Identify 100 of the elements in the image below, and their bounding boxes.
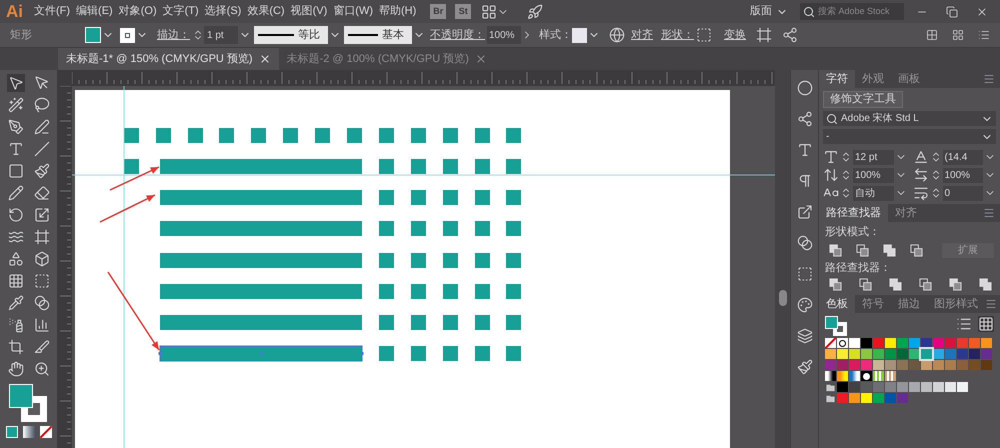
menu-item[interactable]: 帮助(H) <box>379 3 416 20</box>
panel-tab[interactable]: 符号 <box>855 295 891 313</box>
color-swatch[interactable] <box>849 349 860 359</box>
globe-icon[interactable] <box>609 27 625 43</box>
stepper-icon[interactable] <box>840 169 852 181</box>
document-tab[interactable]: 未标题-1* @ 150% (CMYK/GPU 预览) <box>58 48 279 70</box>
pen-tool-icon[interactable] <box>8 119 24 135</box>
shape-properties-icon[interactable] <box>696 27 712 43</box>
overlapping-squares-icon[interactable] <box>910 244 923 256</box>
color-swatch[interactable] <box>957 382 968 392</box>
color-swatch[interactable] <box>933 349 944 359</box>
pattern-swatch[interactable] <box>873 371 884 381</box>
panel-tab[interactable]: 对齐 <box>888 204 924 222</box>
color-swatch[interactable] <box>837 360 848 370</box>
color-swatch[interactable] <box>885 393 896 403</box>
color-swatch[interactable] <box>897 382 908 392</box>
character-field[interactable]: 0 <box>942 186 983 200</box>
panel-tab[interactable]: 画板 <box>891 70 927 88</box>
restore-icon[interactable] <box>946 6 958 18</box>
color-swatch[interactable] <box>897 349 908 359</box>
character-field[interactable]: 100% <box>942 168 983 182</box>
color-swatch[interactable] <box>945 338 956 348</box>
overlapping-squares-icon[interactable] <box>829 278 842 291</box>
color-swatch[interactable] <box>957 349 968 359</box>
panel-tab[interactable]: 图形样式 <box>927 295 985 313</box>
color-swatch[interactable] <box>849 338 860 348</box>
color-swatch[interactable] <box>825 360 836 370</box>
layout-grid-icon[interactable] <box>481 4 498 20</box>
font-family-field[interactable]: Adobe 宋体 Std L <box>823 111 996 126</box>
gradient-tool-icon[interactable] <box>34 273 50 289</box>
color-swatch[interactable] <box>933 360 944 370</box>
warp-tool-icon[interactable] <box>8 229 24 245</box>
brush-icon[interactable] <box>796 359 812 375</box>
character-field[interactable]: 12 pt <box>853 150 894 164</box>
arrange-icon[interactable] <box>926 29 938 41</box>
color-swatch[interactable] <box>933 382 944 392</box>
character-field[interactable]: 100% <box>853 168 894 182</box>
registration-swatch[interactable] <box>837 338 848 348</box>
stroke-swatch[interactable] <box>120 28 135 42</box>
panel-menu-icon[interactable] <box>985 298 997 310</box>
menu-item[interactable]: 文件(F) <box>34 3 70 20</box>
folder-icon[interactable] <box>825 382 836 392</box>
color-swatch[interactable] <box>837 382 848 392</box>
color-swatch[interactable] <box>981 338 992 348</box>
paintbrush-icon[interactable] <box>34 163 50 179</box>
overlapping-squares-icon[interactable] <box>949 278 962 291</box>
bar-graph-icon[interactable] <box>34 317 50 333</box>
touch-type-button[interactable]: 修饰文字工具 <box>823 91 903 108</box>
stepper-icon[interactable] <box>840 187 852 199</box>
panel-menu-icon[interactable] <box>983 73 995 85</box>
eraser-icon[interactable] <box>34 185 50 201</box>
menu-item[interactable]: 效果(C) <box>247 3 285 20</box>
palette-icon[interactable] <box>796 297 812 313</box>
color-swatch[interactable] <box>909 382 920 392</box>
selection-tool-icon[interactable] <box>8 75 24 91</box>
color-swatch[interactable] <box>969 349 980 359</box>
color-swatch[interactable] <box>849 393 860 403</box>
pattern-swatch[interactable] <box>885 371 896 381</box>
curvature-pen-icon[interactable] <box>34 119 50 135</box>
magic-wand-icon[interactable] <box>8 97 24 113</box>
stroke-weight-field[interactable]: 1 pt <box>204 26 238 44</box>
fill-swatch[interactable] <box>85 27 101 43</box>
color-mode-button[interactable] <box>6 426 18 438</box>
color-swatch[interactable] <box>981 360 992 370</box>
export-icon[interactable] <box>796 204 812 220</box>
close-icon[interactable] <box>474 53 487 65</box>
style-swatch[interactable] <box>572 28 587 42</box>
font-style-field[interactable]: - <box>823 129 996 144</box>
gradient-swatch[interactable] <box>849 371 860 381</box>
color-swatch[interactable] <box>873 382 884 392</box>
color-swatch[interactable] <box>897 338 908 348</box>
color-swatch[interactable] <box>873 393 884 403</box>
panel-tab[interactable]: 字符 <box>819 70 855 88</box>
color-swatch[interactable] <box>849 382 860 392</box>
color-swatch[interactable] <box>873 349 884 359</box>
overlapping-squares-icon[interactable] <box>979 278 992 291</box>
fill-stroke-indicator[interactable] <box>825 316 847 336</box>
hand-tool-icon[interactable] <box>8 361 24 377</box>
blend-tool-icon[interactable] <box>34 295 50 311</box>
character-field[interactable]: (14.4 <box>942 150 983 164</box>
color-swatch[interactable] <box>909 349 920 359</box>
color-swatch[interactable] <box>969 360 980 370</box>
menu-item[interactable]: 编辑(E) <box>76 3 113 20</box>
overlapping-squares-icon[interactable] <box>883 244 896 256</box>
gradient-swatch[interactable] <box>837 371 848 381</box>
line-tool-icon[interactable] <box>34 141 50 157</box>
rotate-tool-icon[interactable] <box>8 207 24 223</box>
transform-link[interactable]: 变换 <box>724 26 746 44</box>
stock-button[interactable]: St <box>455 4 472 19</box>
free-transform-icon[interactable] <box>34 229 50 245</box>
mesh-tool-icon[interactable] <box>8 273 24 289</box>
opacity-field[interactable]: 100% <box>487 26 521 44</box>
color-swatch[interactable] <box>957 338 968 348</box>
color-swatch[interactable] <box>945 382 956 392</box>
panel-tab[interactable]: 路径查找器 <box>819 204 888 222</box>
grid-view-icon[interactable] <box>978 316 994 332</box>
overlapping-squares-icon[interactable] <box>829 244 842 256</box>
dashed-square-icon[interactable] <box>796 266 812 282</box>
color-swatch[interactable] <box>909 338 920 348</box>
color-swatch[interactable] <box>873 338 884 348</box>
